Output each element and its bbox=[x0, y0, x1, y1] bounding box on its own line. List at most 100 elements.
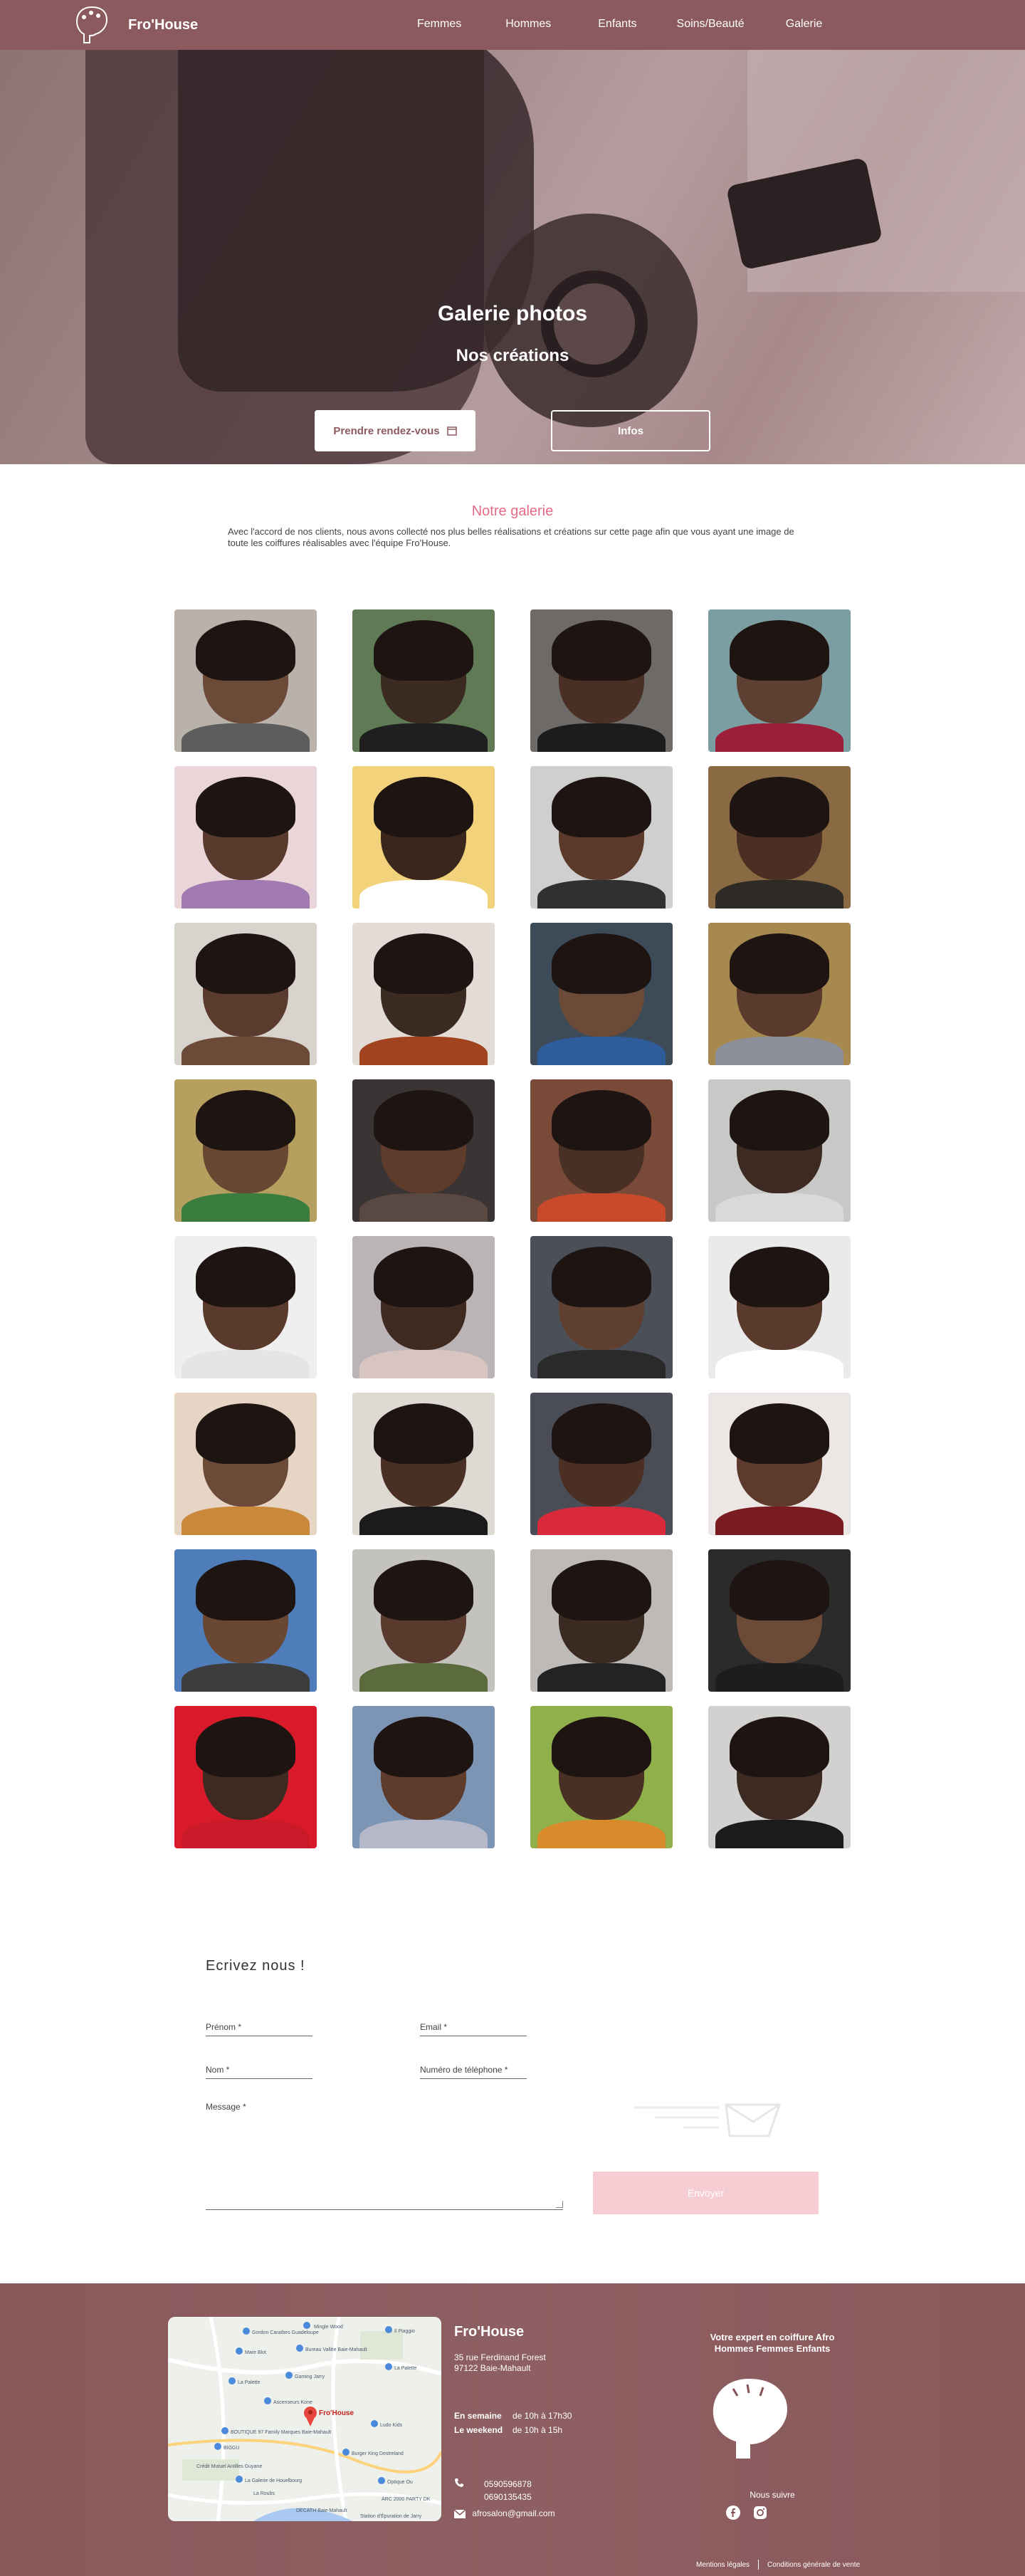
gallery-photo[interactable] bbox=[352, 1706, 495, 1848]
footer-email-row: afrosalon@gmail.com bbox=[453, 2508, 555, 2518]
gallery-photo[interactable] bbox=[174, 1236, 317, 1378]
weekend-hours: de 10h à 15h bbox=[512, 2425, 563, 2435]
phone-1[interactable]: 0590596878 bbox=[454, 2478, 532, 2491]
photo-hairstyle bbox=[196, 1717, 295, 1777]
gallery-photo[interactable] bbox=[530, 766, 673, 909]
gallery-photo[interactable] bbox=[530, 1393, 673, 1535]
photo-hairstyle bbox=[374, 1247, 473, 1307]
social-links bbox=[726, 2506, 767, 2520]
gallery-photo[interactable] bbox=[708, 1236, 851, 1378]
photo-clothing bbox=[182, 880, 310, 909]
gallery-photo[interactable] bbox=[352, 766, 495, 909]
gallery-photo[interactable] bbox=[174, 1549, 317, 1692]
photo-clothing bbox=[537, 1350, 666, 1378]
gallery-photo[interactable] bbox=[708, 609, 851, 752]
photo-hairstyle bbox=[552, 1717, 651, 1777]
photo-clothing bbox=[537, 1663, 666, 1692]
afro-head-logo-icon[interactable] bbox=[70, 3, 114, 47]
map-label: BOUTIQUE 97 Family Marques Baie-Mahault bbox=[231, 2430, 331, 2435]
gallery-photo[interactable] bbox=[174, 1706, 317, 1848]
infos-button[interactable]: Infos bbox=[551, 410, 710, 451]
nav-link-soins-beaute[interactable]: Soins/Beauté bbox=[677, 18, 745, 31]
gallery-photo[interactable] bbox=[174, 1393, 317, 1535]
facebook-icon[interactable] bbox=[726, 2506, 740, 2520]
gallery-photo[interactable] bbox=[530, 1549, 673, 1692]
gallery-photo[interactable] bbox=[352, 609, 495, 752]
afro-head-footer-logo-icon bbox=[713, 2379, 787, 2459]
gallery-photo[interactable] bbox=[174, 1079, 317, 1222]
photo-hairstyle bbox=[374, 777, 473, 837]
map-label: Mare Blot bbox=[245, 2350, 266, 2355]
textarea-resize-handle[interactable] bbox=[556, 2201, 563, 2208]
tagline-line-2: Hommes Femmes Enfants bbox=[714, 2343, 831, 2354]
lastname-field[interactable]: Nom * bbox=[206, 2065, 312, 2079]
gallery-photo[interactable] bbox=[708, 923, 851, 1065]
gallery-photo[interactable] bbox=[530, 1706, 673, 1848]
photo-hairstyle bbox=[374, 1560, 473, 1621]
book-appointment-button[interactable]: Prendre rendez-vous bbox=[315, 410, 475, 451]
footer-phones: 0590596878 0690135435 bbox=[454, 2478, 532, 2503]
photo-clothing bbox=[359, 723, 488, 752]
gallery-photo[interactable] bbox=[530, 923, 673, 1065]
email-field[interactable]: Email * bbox=[420, 2022, 527, 2036]
gallery-photo[interactable] bbox=[174, 609, 317, 752]
gallery-photo[interactable] bbox=[530, 609, 673, 752]
location-map[interactable]: Gordon Caraïbes Guadeloupe Mingle Wood Il … bbox=[168, 2317, 441, 2521]
gallery-description: Avec l'accord de nos clients, nous avons… bbox=[228, 526, 794, 548]
terms-link[interactable]: Conditions générale de vente bbox=[767, 2561, 860, 2569]
nav-link-enfants[interactable]: Enfants bbox=[598, 18, 636, 31]
gallery-photo[interactable] bbox=[352, 1549, 495, 1692]
gallery-photo[interactable] bbox=[708, 1549, 851, 1692]
photo-hairstyle bbox=[374, 1403, 473, 1464]
photo-hairstyle bbox=[552, 933, 651, 994]
photo-clothing bbox=[537, 1507, 666, 1535]
photo-hairstyle bbox=[196, 1247, 295, 1307]
map-label: Mingle Wood bbox=[314, 2325, 343, 2330]
weekday-hours-row: En semaine de 10h à 17h30 bbox=[454, 2409, 572, 2423]
map-label: Bureau Vallée Baie-Mahault bbox=[305, 2347, 367, 2352]
nav-link-galerie[interactable]: Galerie bbox=[786, 18, 823, 31]
gallery-photo[interactable] bbox=[530, 1079, 673, 1222]
mail-icon bbox=[453, 2509, 466, 2518]
message-textarea[interactable]: Message * bbox=[206, 2102, 563, 2210]
footer-tagline: Votre expert en coiffure Afro Hommes Fem… bbox=[669, 2332, 876, 2355]
nav-link-femmes[interactable]: Femmes bbox=[417, 18, 461, 31]
photo-clothing bbox=[537, 1193, 666, 1222]
gallery-photo[interactable] bbox=[708, 1706, 851, 1848]
gallery-photo[interactable] bbox=[708, 1393, 851, 1535]
photo-clothing bbox=[359, 1507, 488, 1535]
gallery-photo[interactable] bbox=[352, 923, 495, 1065]
photo-clothing bbox=[359, 1037, 488, 1065]
gallery-photo[interactable] bbox=[352, 1236, 495, 1378]
gallery-photo[interactable] bbox=[530, 1236, 673, 1378]
legal-links: Mentions légales Conditions générale de … bbox=[696, 2560, 860, 2570]
nav-link-hommes[interactable]: Hommes bbox=[505, 18, 551, 31]
footer: Gordon Caraïbes Guadeloupe Mingle Wood Il … bbox=[0, 2283, 1025, 2576]
gallery-photo[interactable] bbox=[174, 923, 317, 1065]
gallery-photo[interactable] bbox=[352, 1393, 495, 1535]
gallery-photo[interactable] bbox=[708, 1079, 851, 1222]
gallery-photo[interactable] bbox=[352, 1079, 495, 1222]
gallery-photo[interactable] bbox=[708, 766, 851, 909]
map-label: Gaming Jarry bbox=[295, 2375, 325, 2379]
nav-menu: Femmes Hommes Enfants Soins/Beauté Galer… bbox=[417, 18, 865, 31]
calendar-icon bbox=[446, 426, 457, 436]
photo-hairstyle bbox=[374, 620, 473, 681]
map-label: La Roubs bbox=[253, 2491, 275, 2496]
photo-clothing bbox=[359, 1663, 488, 1692]
footer-email[interactable]: afrosalon@gmail.com bbox=[472, 2508, 554, 2518]
brand-name[interactable]: Fro'House bbox=[128, 17, 198, 33]
map-label: Ascenseurs Kone bbox=[273, 2400, 312, 2405]
map-label: Station d'Épuration de Jarry bbox=[360, 2513, 422, 2519]
legal-notice-link[interactable]: Mentions légales bbox=[696, 2561, 750, 2569]
instagram-icon[interactable] bbox=[753, 2506, 767, 2520]
photo-hairstyle bbox=[196, 1090, 295, 1151]
photo-hairstyle bbox=[552, 620, 651, 681]
send-button[interactable]: Envoyer bbox=[593, 2172, 819, 2214]
phone-field[interactable]: Numéro de téléphone * bbox=[420, 2065, 527, 2079]
phone-2[interactable]: 0690135435 bbox=[454, 2491, 532, 2503]
photo-clothing bbox=[182, 723, 310, 752]
hero-title: Galerie photos bbox=[437, 302, 588, 325]
gallery-photo[interactable] bbox=[174, 766, 317, 909]
firstname-field[interactable]: Prénom * bbox=[206, 2022, 312, 2036]
